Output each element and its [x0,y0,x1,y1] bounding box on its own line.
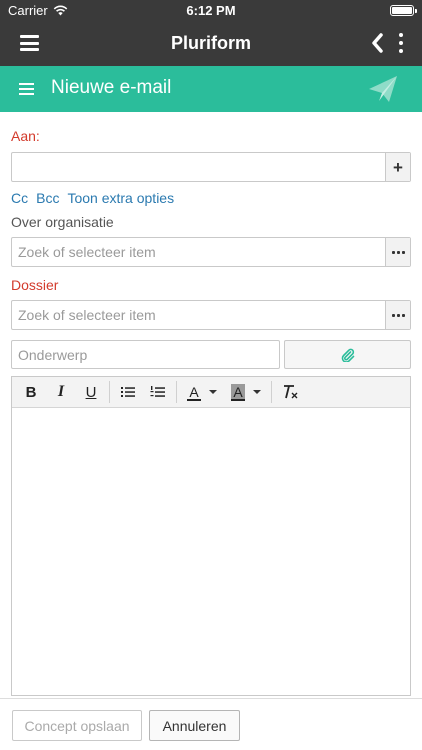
editor-body[interactable] [12,408,410,695]
to-field: + [11,152,411,182]
back-icon[interactable] [370,32,386,54]
background-color-button[interactable]: A [227,380,249,404]
organization-input[interactable] [12,238,385,266]
font-color-button[interactable]: A [183,380,205,404]
status-bar: Carrier 6:12 PM [0,0,422,22]
underline-button[interactable]: U [79,380,103,404]
bold-button[interactable]: B [19,380,43,404]
app-title: Pluriform [170,33,251,53]
app-bar: Pluriform [0,22,422,66]
plus-icon: + [393,157,403,177]
dossier-field [11,300,411,330]
footer-bar: Concept opslaan Annuleren [0,698,422,750]
recipient-options: Cc Bcc Toon extra opties [11,190,174,206]
organization-field [11,237,411,267]
section-title: Nieuwe e-mail [51,77,172,98]
to-input[interactable] [12,153,385,181]
rich-text-editor: B I U A A [11,376,411,696]
dossier-input[interactable] [12,301,385,329]
dots-icon [391,313,405,317]
cc-link[interactable]: Cc [11,190,28,206]
cancel-button[interactable]: Annuleren [149,710,240,741]
chevron-down-icon[interactable] [209,390,217,394]
chevron-down-icon[interactable] [253,390,261,394]
toolbar-divider [109,381,110,403]
bcc-link[interactable]: Bcc [36,190,59,206]
dossier-label: Dossier [11,277,59,293]
bullet-list-icon [121,387,135,397]
background-color-letter: A [231,384,245,400]
extra-options-link[interactable]: Toon extra opties [67,190,174,206]
clear-format-button[interactable] [278,380,302,404]
organization-label: Over organisatie [11,214,114,230]
add-recipient-button[interactable]: + [385,153,410,181]
menu-icon[interactable] [19,83,34,95]
status-time: 6:12 PM [186,3,236,18]
kebab-icon[interactable] [398,33,404,53]
dots-icon [391,250,405,254]
attach-button[interactable] [284,340,411,369]
dossier-select-button[interactable] [385,301,410,329]
numbered-list-button[interactable] [146,380,170,404]
toolbar-divider [271,381,272,403]
subject-input[interactable] [11,340,280,369]
section-bar: Nieuwe e-mail [0,66,422,112]
italic-button[interactable]: I [49,380,73,404]
paperclip-icon [341,348,354,362]
clear-format-icon [284,385,298,399]
save-draft-button[interactable]: Concept opslaan [12,710,142,741]
toolbar-divider [176,381,177,403]
bullet-list-button[interactable] [116,380,140,404]
editor-toolbar: B I U A A [12,377,410,408]
send-icon[interactable] [368,75,398,103]
organization-select-button[interactable] [385,238,410,266]
font-color-letter: A [189,384,199,400]
battery-icon [390,5,417,16]
to-label: Aan: [11,128,40,144]
numbered-list-icon [150,386,165,397]
